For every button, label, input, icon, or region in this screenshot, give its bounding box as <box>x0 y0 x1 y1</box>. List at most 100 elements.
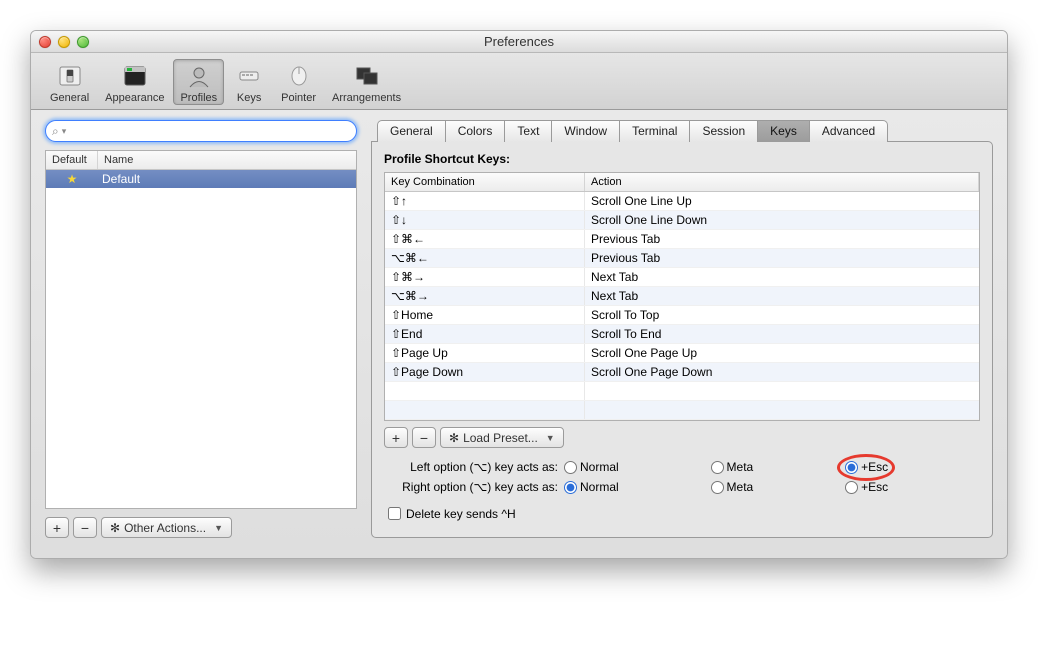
toolbar-item-arrangements[interactable]: Arrangements <box>325 59 408 105</box>
search-input[interactable]: ⌕ ▾ <box>45 120 357 142</box>
delete-sends-h-checkbox[interactable] <box>388 507 401 520</box>
profile-tabstrip: General Colors Text Window Terminal Sess… <box>377 120 993 142</box>
key-combination-cell: ⇧End <box>385 325 585 343</box>
key-combination-cell: ⇧Page Down <box>385 363 585 381</box>
table-row[interactable]: ⇧⌘→Next Tab <box>385 268 979 287</box>
tab-window[interactable]: Window <box>551 120 620 142</box>
general-icon <box>54 62 86 90</box>
action-cell: Next Tab <box>585 268 979 286</box>
toolbar-item-profiles[interactable]: Profiles <box>173 59 224 105</box>
pointer-icon <box>283 62 315 90</box>
chevron-down-icon: ▼ <box>214 523 223 533</box>
table-row[interactable]: ⇧Page DownScroll One Page Down <box>385 363 979 382</box>
load-preset-button[interactable]: ✻ Load Preset... ▼ <box>440 427 564 448</box>
toolbar: General Appearance Profiles Keys Pointer <box>31 53 1007 110</box>
other-actions-button[interactable]: ✻ Other Actions... ▼ <box>101 517 232 538</box>
toolbar-label: Profiles <box>180 92 217 104</box>
table-row[interactable]: ⇧EndScroll To End <box>385 325 979 344</box>
shortcut-keys-table: Key Combination Action ⇧↑Scroll One Line… <box>384 172 980 421</box>
add-profile-button[interactable]: + <box>45 517 69 538</box>
delete-sends-h-label: Delete key sends ^H <box>406 507 516 521</box>
left-option-normal-radio[interactable]: Normal <box>564 460 697 474</box>
table-row[interactable]: ⇧⌘←Previous Tab <box>385 230 979 249</box>
column-name[interactable]: Name <box>98 151 356 169</box>
search-icon: ⌕ <box>52 124 59 139</box>
action-cell: Scroll One Page Down <box>585 363 979 381</box>
table-row[interactable]: ⇧↓Scroll One Line Down <box>385 211 979 230</box>
toolbar-label: Keys <box>237 92 261 104</box>
keys-icon <box>233 62 265 90</box>
toolbar-label: Arrangements <box>332 92 401 104</box>
load-preset-label: Load Preset... <box>463 431 538 445</box>
tab-session[interactable]: Session <box>689 120 758 142</box>
chevron-down-icon: ▼ <box>546 433 555 443</box>
table-row <box>385 401 979 420</box>
panel-heading: Profile Shortcut Keys: <box>384 152 980 166</box>
action-cell: Scroll To End <box>585 325 979 343</box>
gear-icon: ✻ <box>110 521 120 535</box>
add-key-button[interactable]: + <box>384 427 408 448</box>
right-option-label: Right option (⌥) key acts as: <box>384 480 564 494</box>
arrangements-icon <box>351 62 383 90</box>
chevron-down-icon: ▾ <box>62 126 67 137</box>
action-cell: Scroll One Line Down <box>585 211 979 229</box>
action-cell: Previous Tab <box>585 230 979 248</box>
action-cell: Scroll To Top <box>585 306 979 324</box>
table-row[interactable]: ⇧HomeScroll To Top <box>385 306 979 325</box>
table-row[interactable]: ⇧Page UpScroll One Page Up <box>385 344 979 363</box>
keys-panel: Profile Shortcut Keys: Key Combination A… <box>371 141 993 538</box>
key-combination-cell: ⇧↓ <box>385 211 585 229</box>
toolbar-label: Appearance <box>105 92 164 104</box>
window-title: Preferences <box>31 34 1007 49</box>
key-combination-cell: ⇧↑ <box>385 192 585 210</box>
profile-list-header: Default Name <box>46 151 356 170</box>
titlebar: Preferences <box>31 31 1007 53</box>
toolbar-item-appearance[interactable]: Appearance <box>98 59 171 105</box>
profile-row[interactable]: ★ Default <box>46 170 356 188</box>
key-combination-cell: ⇧Page Up <box>385 344 585 362</box>
key-combination-cell: ⇧Home <box>385 306 585 324</box>
column-default[interactable]: Default <box>46 151 98 169</box>
preferences-window: Preferences General Appearance Profiles … <box>30 30 1008 559</box>
gear-icon: ✻ <box>449 431 459 445</box>
right-option-normal-radio[interactable]: Normal <box>564 480 697 494</box>
action-cell: Next Tab <box>585 287 979 305</box>
profile-list: Default Name ★ Default <box>45 150 357 509</box>
left-option-esc-radio[interactable]: +Esc <box>845 460 966 474</box>
column-action[interactable]: Action <box>585 173 979 191</box>
right-option-meta-radio[interactable]: Meta <box>711 480 832 494</box>
star-icon: ★ <box>46 172 98 186</box>
key-combination-cell: ⌥⌘→ <box>385 287 585 305</box>
tab-general[interactable]: General <box>377 120 446 142</box>
profiles-icon <box>183 62 215 90</box>
table-row[interactable]: ⌥⌘←Previous Tab <box>385 249 979 268</box>
tab-text[interactable]: Text <box>504 120 552 142</box>
tab-keys[interactable]: Keys <box>757 120 810 142</box>
remove-key-button[interactable]: − <box>412 427 436 448</box>
toolbar-item-pointer[interactable]: Pointer <box>274 59 323 105</box>
tab-terminal[interactable]: Terminal <box>619 120 690 142</box>
left-option-meta-radio[interactable]: Meta <box>711 460 832 474</box>
tab-advanced[interactable]: Advanced <box>809 120 888 142</box>
remove-profile-button[interactable]: − <box>73 517 97 538</box>
toolbar-label: General <box>50 92 89 104</box>
table-row[interactable]: ⌥⌘→Next Tab <box>385 287 979 306</box>
key-combination-cell: ⇧⌘← <box>385 230 585 248</box>
key-combination-cell: ⌥⌘← <box>385 249 585 267</box>
action-cell: Previous Tab <box>585 249 979 267</box>
column-key-combination[interactable]: Key Combination <box>385 173 585 191</box>
search-field[interactable] <box>69 123 350 139</box>
action-cell: Scroll One Page Up <box>585 344 979 362</box>
profile-name: Default <box>98 172 356 186</box>
toolbar-item-keys[interactable]: Keys <box>226 59 272 105</box>
action-cell: Scroll One Line Up <box>585 192 979 210</box>
toolbar-item-general[interactable]: General <box>43 59 96 105</box>
table-row[interactable]: ⇧↑Scroll One Line Up <box>385 192 979 211</box>
tab-colors[interactable]: Colors <box>445 120 506 142</box>
other-actions-label: Other Actions... <box>124 521 206 535</box>
toolbar-label: Pointer <box>281 92 316 104</box>
table-row <box>385 382 979 401</box>
key-combination-cell: ⇧⌘→ <box>385 268 585 286</box>
right-option-esc-radio[interactable]: +Esc <box>845 480 966 494</box>
appearance-icon <box>119 62 151 90</box>
